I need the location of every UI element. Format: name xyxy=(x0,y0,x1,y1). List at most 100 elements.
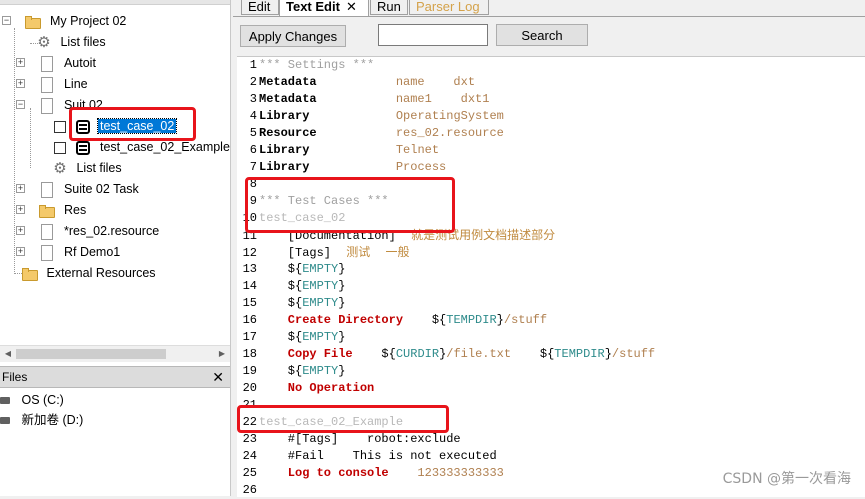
close-icon[interactable]: ✕ xyxy=(346,0,357,14)
search-input[interactable] xyxy=(378,24,488,46)
code-token: test_case_02 xyxy=(259,211,346,225)
tree-node-external-resources[interactable]: External Resources xyxy=(22,263,158,283)
code-token: } xyxy=(338,296,346,310)
expand-icon[interactable]: + xyxy=(16,79,25,88)
scroll-right-icon[interactable]: ▶ xyxy=(214,346,230,362)
search-button[interactable]: Search xyxy=(496,24,588,46)
line-number: 14 xyxy=(242,279,257,293)
tree-node-test-case-02-example[interactable]: test_case_02_Example xyxy=(54,137,230,157)
code-token: No Operation xyxy=(259,381,375,395)
code-token: ${ xyxy=(259,296,303,310)
code-token: EMPTY xyxy=(302,279,339,293)
code-token: name dxt xyxy=(316,75,476,89)
code-token: } xyxy=(496,313,504,327)
tree-connector xyxy=(30,108,31,168)
expand-icon[interactable]: + xyxy=(16,226,25,235)
project-tree: − My Project 02 ⚙ List files + Autoit + … xyxy=(0,0,230,345)
test-case-checkbox[interactable] xyxy=(54,120,66,133)
code-line: 17 ${EMPTY} xyxy=(237,329,346,346)
line-number: 20 xyxy=(242,381,257,395)
close-icon[interactable]: ✕ xyxy=(212,367,224,387)
text-editor[interactable]: 1 *** Settings *** 2 Metadata name dxt 3 Meta… xyxy=(237,56,865,497)
code-token: OperatingSystem xyxy=(309,109,504,123)
line-number: 2 xyxy=(249,75,257,89)
tree-node-line[interactable]: + Line xyxy=(16,74,90,94)
scroll-left-icon[interactable]: ◀ xyxy=(0,346,16,362)
tab-run[interactable]: Run xyxy=(370,0,408,15)
expand-icon[interactable]: + xyxy=(16,184,25,193)
drive-item[interactable]: 新加卷 (D:) xyxy=(0,410,83,430)
code-line: 11 [Documentation] 就是测试用例文档描述部分 xyxy=(237,227,556,244)
apply-changes-button[interactable]: Apply Changes xyxy=(240,25,346,47)
code-token: name1 dxt1 xyxy=(316,92,490,106)
code-token: ${ xyxy=(511,347,555,361)
drive-label: 新加卷 (D:) xyxy=(21,413,84,427)
code-line: 7 Library Process xyxy=(237,159,446,176)
tab-label: Parser Log xyxy=(416,0,480,14)
collapse-icon[interactable]: − xyxy=(2,16,11,25)
test-case-checkbox[interactable] xyxy=(54,141,66,154)
tree-node-suite02-task[interactable]: + Suite 02 Task xyxy=(16,179,141,199)
line-number: 10 xyxy=(242,211,257,225)
drive-icon xyxy=(0,397,10,405)
code-line: 21 xyxy=(237,397,259,414)
code-line: 10 test_case_02 xyxy=(237,210,346,227)
code-token: Create Directory xyxy=(259,313,404,327)
folder-icon xyxy=(39,203,56,219)
tab-text-edit[interactable]: Text Edit ✕ xyxy=(279,0,369,17)
file-icon xyxy=(39,97,55,114)
expand-icon[interactable]: + xyxy=(16,58,25,67)
tree-node-label: External Resources xyxy=(46,266,156,280)
tree-node-project[interactable]: − My Project 02 xyxy=(2,11,128,31)
code-line: 3 Metadata name1 dxt1 xyxy=(237,91,490,108)
tree-node-label: *res_02.resource xyxy=(63,224,160,238)
line-number: 5 xyxy=(249,126,257,140)
code-token: Library xyxy=(259,143,310,157)
tree-node-suit02[interactable]: − Suit 02 xyxy=(16,95,105,115)
code-token: Process xyxy=(309,160,447,174)
files-panel-title: Files xyxy=(2,370,28,384)
line-number: 26 xyxy=(242,483,257,497)
tree-node-label: Rf Demo1 xyxy=(63,245,121,259)
code-token: *** Test Cases *** xyxy=(259,194,389,208)
tree-node-label: Suite 02 Task xyxy=(63,182,139,196)
tree-horizontal-scrollbar[interactable]: ◀ ▶ xyxy=(0,345,230,362)
code-line: 22 test_case_02_Example xyxy=(237,414,403,431)
tree-node-rf-demo1[interactable]: + Rf Demo1 xyxy=(16,242,122,262)
code-token: Log to console xyxy=(259,466,389,480)
tree-node-label: Res xyxy=(63,203,87,217)
code-token: EMPTY xyxy=(302,364,339,378)
code-line: 20 No Operation xyxy=(237,380,375,397)
tree-node-test-case-02[interactable]: test_case_02 xyxy=(54,116,178,136)
line-number: 3 xyxy=(249,92,257,106)
tree-node-res[interactable]: + Res xyxy=(16,200,88,220)
files-panel-header: Files ✕ xyxy=(0,366,230,388)
code-token: EMPTY xyxy=(302,296,339,310)
scroll-thumb[interactable] xyxy=(16,349,166,359)
gear-icon: ⚙ xyxy=(53,159,67,177)
code-token: Metadata xyxy=(259,92,317,106)
code-token: EMPTY xyxy=(302,262,339,276)
drive-item[interactable]: OS (C:) xyxy=(0,390,64,410)
code-token: ${ xyxy=(352,347,396,361)
line-number: 24 xyxy=(242,449,257,463)
code-line: 8 xyxy=(237,176,259,193)
tree-node-list-files[interactable]: ⚙ List files xyxy=(36,32,108,52)
tab-edit[interactable]: Edit xyxy=(241,0,279,15)
collapse-icon[interactable]: − xyxy=(16,100,25,109)
tree-node-autoit[interactable]: + Autoit xyxy=(16,53,98,73)
code-token: /stuff xyxy=(611,347,656,361)
line-number: 11 xyxy=(242,229,257,243)
code-line: 15 ${EMPTY} xyxy=(237,295,346,312)
expand-icon[interactable]: + xyxy=(16,247,25,256)
folder-icon xyxy=(22,266,38,282)
tree-node-res02-resource[interactable]: + *res_02.resource xyxy=(16,221,161,241)
expand-icon[interactable]: + xyxy=(16,205,25,214)
tab-parser-log[interactable]: Parser Log xyxy=(409,0,489,15)
code-token: ${ xyxy=(259,262,303,276)
line-number: 9 xyxy=(249,194,257,208)
tree-node-list-files-2[interactable]: ⚙ List files xyxy=(52,158,124,178)
code-token: } xyxy=(338,279,346,293)
code-token: } xyxy=(338,330,346,344)
code-line: 5 Resource res_02.resource xyxy=(237,125,504,142)
